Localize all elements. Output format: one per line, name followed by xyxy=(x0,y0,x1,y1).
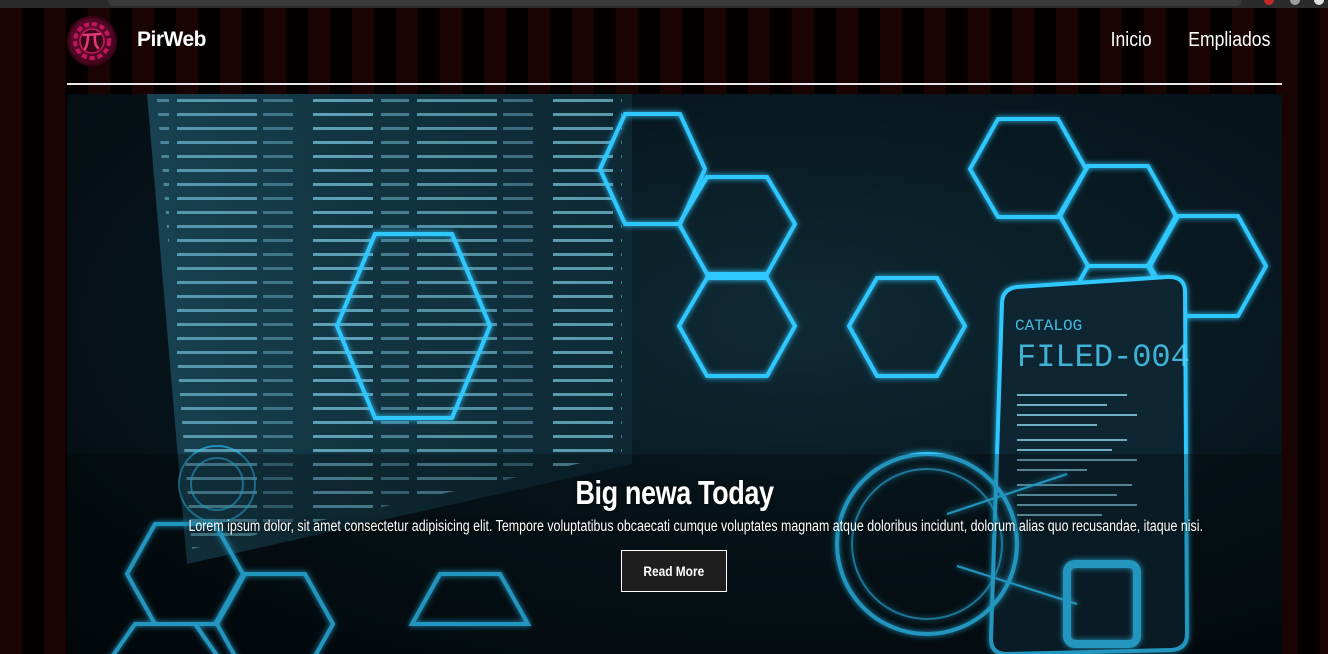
address-bar[interactable] xyxy=(108,0,1242,6)
brand-name[interactable]: PirWeb xyxy=(137,28,206,52)
browser-chrome-strip xyxy=(0,0,1328,8)
filed-label: FILED-004 xyxy=(1017,339,1190,376)
nav-links: Inicio Empliados xyxy=(1105,29,1270,52)
catalog-label: CATALOG xyxy=(1015,317,1082,335)
hero-carousel: CATALOG FILED-004 Big newa Today Lorem i… xyxy=(67,94,1282,654)
pi-gear-logo-icon[interactable] xyxy=(67,16,117,66)
hero-title: Big newa Today xyxy=(575,474,774,511)
read-more-label: Read More xyxy=(643,563,705,579)
nav-link-inicio[interactable]: Inicio xyxy=(1111,29,1152,52)
extension-icon[interactable] xyxy=(1264,0,1274,5)
read-more-button[interactable]: Read More xyxy=(621,550,727,592)
navbar: PirWeb Inicio Empliados xyxy=(67,8,1282,85)
profile-icon[interactable] xyxy=(1314,0,1324,5)
nav-link-empliados[interactable]: Empliados xyxy=(1188,29,1270,52)
extension-icon[interactable] xyxy=(1290,0,1300,5)
hero-description: Lorem ipsum dolor, sit amet consectetur … xyxy=(188,518,1203,535)
